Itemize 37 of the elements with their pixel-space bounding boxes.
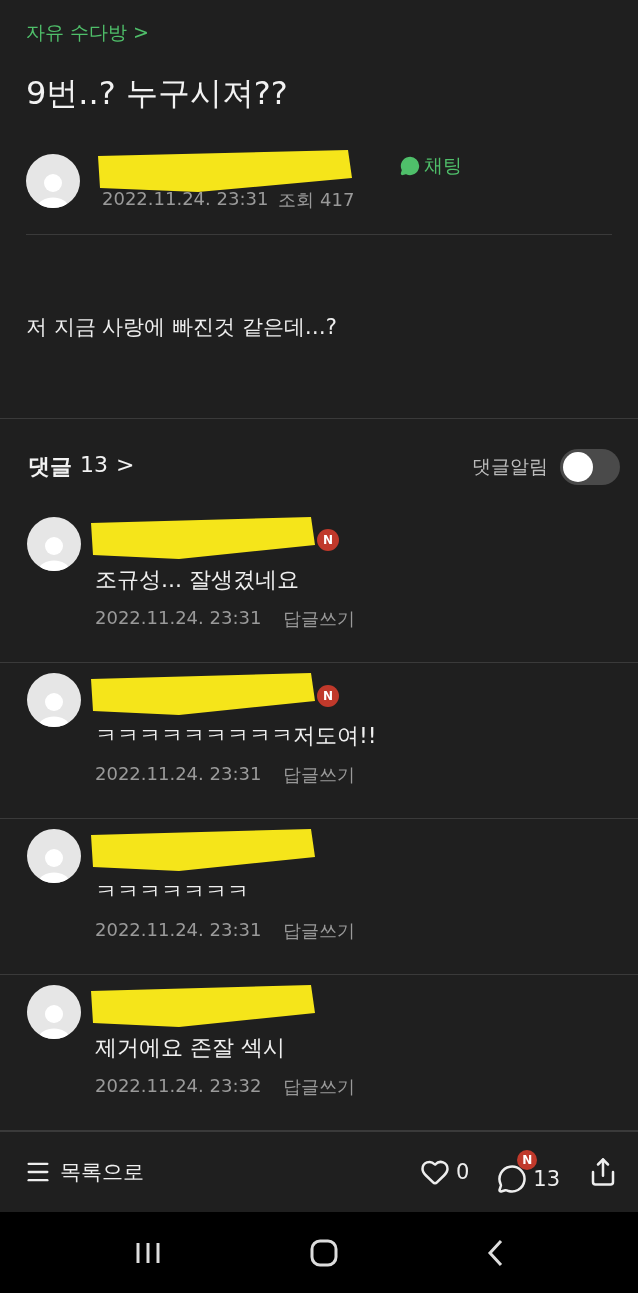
recent-apps-icon[interactable] [134,1240,162,1265]
author-avatar[interactable] [26,154,80,208]
notify-toggle[interactable] [560,449,620,486]
chat-icon [400,156,420,176]
comment-text: ㅋㅋㅋㅋㅋㅋㅋㅋㅋ저도여!! [95,722,378,751]
commenter-avatar[interactable] [27,985,81,1040]
commenter-avatar[interactable] [27,829,81,884]
comment-button[interactable]: 13 N [497,1150,560,1195]
comments-link[interactable]: 댓글 13 > [28,452,135,483]
like-button[interactable]: 0 [419,1157,470,1188]
post-title: 9번..? 누구시져?? [26,73,289,114]
post-body: 저 지금 사랑에 빠진것 같은데…? [26,315,337,339]
new-badge: N [317,685,339,708]
notify-label: 댓글알림 [472,454,548,480]
comment-date: 2022.11.24. 23:31 [95,919,262,943]
new-badge: N [517,1150,538,1171]
list-button[interactable]: 목록으로 [24,1158,144,1187]
comment-date: 2022.11.24. 23:31 [95,607,262,631]
comment-icon [497,1164,528,1195]
commenter-avatar[interactable] [27,517,81,572]
commenter-avatar[interactable] [27,673,81,728]
board-breadcrumb[interactable]: 자유 수다방 > [26,21,149,43]
comment-text: 조규성... 잘생겼네요 [95,566,300,595]
view-count: 조회 417 [278,188,355,212]
home-icon[interactable] [310,1238,338,1267]
comment-date: 2022.11.24. 23:32 [95,1075,262,1099]
reply-link[interactable]: 답글쓰기 [283,607,356,632]
comment-text: 제거에요 존잘 섹시 [95,1034,286,1063]
post-date: 2022.11.24. 23:31 [102,188,269,211]
comment-text: ㅋㅋㅋㅋㅋㅋㅋ [95,878,250,907]
comment-date: 2022.11.24. 23:31 [95,763,262,787]
reply-link[interactable]: 답글쓰기 [283,919,356,944]
reply-link[interactable]: 답글쓰기 [283,1075,356,1100]
reply-link[interactable]: 답글쓰기 [283,763,356,788]
back-icon[interactable] [486,1238,504,1267]
new-badge: N [317,529,339,552]
chat-link[interactable]: 채팅 [400,153,462,179]
